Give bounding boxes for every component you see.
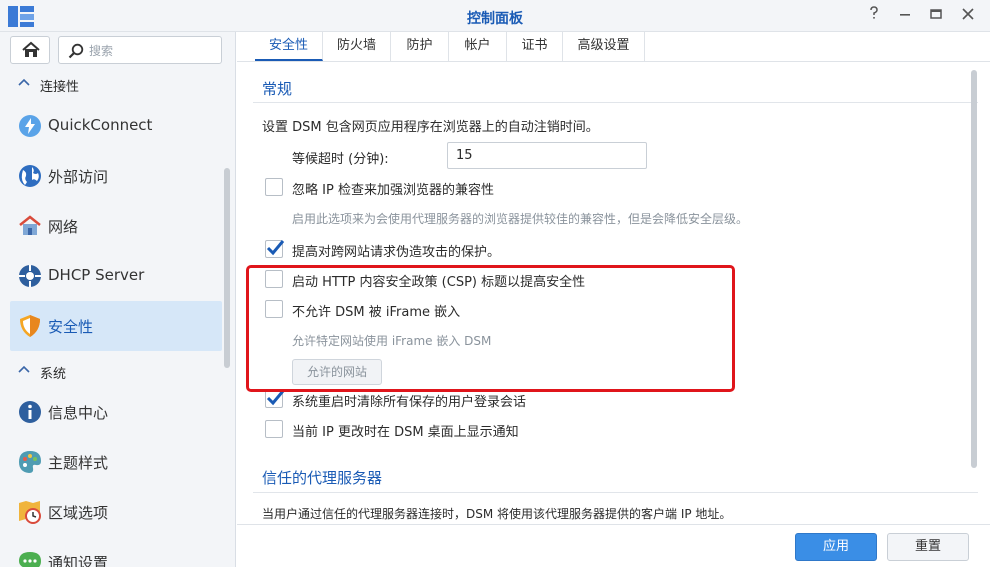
chat-icon [19,552,41,567]
globe-icon [19,165,41,187]
footer-bar: 应用 重置 [237,524,990,567]
sidebar-item-network[interactable]: 网络 [10,201,222,251]
tab-protection[interactable]: 防护 [391,32,449,61]
content-scrollbar[interactable] [971,70,977,468]
general-description: 设置 DSM 包含网页应用程序在浏览器上的自动注销时间。 [262,120,599,135]
maximize-button[interactable] [926,6,946,26]
option-label: 提高对跨网站请求伪造攻击的保护。 [292,245,501,260]
tab-certificate[interactable]: 证书 [507,32,563,61]
security-panel: 常规 设置 DSM 包含网页应用程序在浏览器上的自动注销时间。 等候超时 (分钟… [237,62,990,567]
reset-button[interactable]: 重置 [887,533,969,561]
highlight-annotation-box [246,265,735,392]
info-icon [19,401,41,423]
timeout-field[interactable] [447,142,647,169]
shield-icon [20,315,40,337]
search-input[interactable] [89,41,217,61]
home-icon [22,41,40,57]
sidebar-scrollbar[interactable] [224,168,230,368]
help-button[interactable] [864,6,884,26]
help-icon [870,6,878,19]
sidebar-item-external-access[interactable]: 外部访问 [10,151,222,201]
tab-bar: 安全性 防火墙 防护 帐户 证书 高级设置 [237,32,990,62]
option-label: 系统重启时清除所有保存的用户登录会话 [292,395,527,410]
dhcp-icon [19,265,41,287]
sidebar: 连接性 QuickConnect 外部访问 网络 DHCP Server [0,32,236,567]
chevron-up-icon [18,365,30,373]
sidebar-item-security[interactable]: 安全性 [10,301,222,351]
checkbox-csrf-protection[interactable] [265,240,285,258]
minimize-button[interactable] [895,6,915,26]
section-title-trusted-proxy: 信任的代理服务器 [262,469,383,487]
option-label: 当前 IP 更改时在 DSM 桌面上显示通知 [292,425,519,440]
tab-firewall[interactable]: 防火墙 [323,32,391,61]
checkbox-ignore-ip[interactable] [265,178,283,196]
checkbox-ip-change-notify[interactable] [265,420,283,438]
palette-icon [19,451,41,473]
section-connectivity[interactable]: 连接性 [0,72,235,98]
search-icon [68,43,84,59]
search-box[interactable] [58,36,222,64]
tab-advanced[interactable]: 高级设置 [563,32,645,61]
chevron-up-icon [18,78,30,86]
close-icon [962,8,974,20]
sidebar-item-notifications[interactable]: 通知设置 [10,537,222,567]
timeout-label: 等候超时 (分钟): [292,152,389,167]
sidebar-item-regional-options[interactable]: 区域选项 [10,487,222,537]
sidebar-item-theme[interactable]: 主题样式 [10,437,222,487]
apply-button[interactable]: 应用 [795,533,877,561]
maximize-icon [930,9,942,19]
proxy-description: 当用户通过信任的代理服务器连接时，DSM 将使用该代理服务器提供的客户端 IP … [262,507,732,521]
house-network-icon [19,215,41,235]
tab-account[interactable]: 帐户 [449,32,507,61]
section-system[interactable]: 系统 [0,359,235,385]
sidebar-item-info-center[interactable]: 信息中心 [10,387,222,437]
title-bar: 控制面板 [0,0,990,32]
sidebar-item-dhcp-server[interactable]: DHCP Server [10,251,222,301]
home-button[interactable] [10,36,50,64]
tab-security[interactable]: 安全性 [255,32,323,61]
window-title: 控制面板 [467,11,523,27]
region-clock-icon [19,501,41,524]
sidebar-item-quickconnect[interactable]: QuickConnect [10,101,222,151]
option-label: 忽略 IP 检查来加强浏览器的兼容性 [292,183,494,198]
minimize-icon [900,14,910,16]
quickconnect-icon [19,115,41,137]
section-divider [253,492,978,493]
close-button[interactable] [958,6,978,26]
ip-check-hint: 启用此选项来为会使用代理服务器的浏览器提供较佳的兼容性，但是会降低安全层级。 [292,212,749,226]
checkbox-clear-sessions[interactable] [265,390,285,408]
section-title-general: 常规 [262,80,293,98]
section-divider [253,102,978,103]
checkmark-icon [266,240,285,256]
